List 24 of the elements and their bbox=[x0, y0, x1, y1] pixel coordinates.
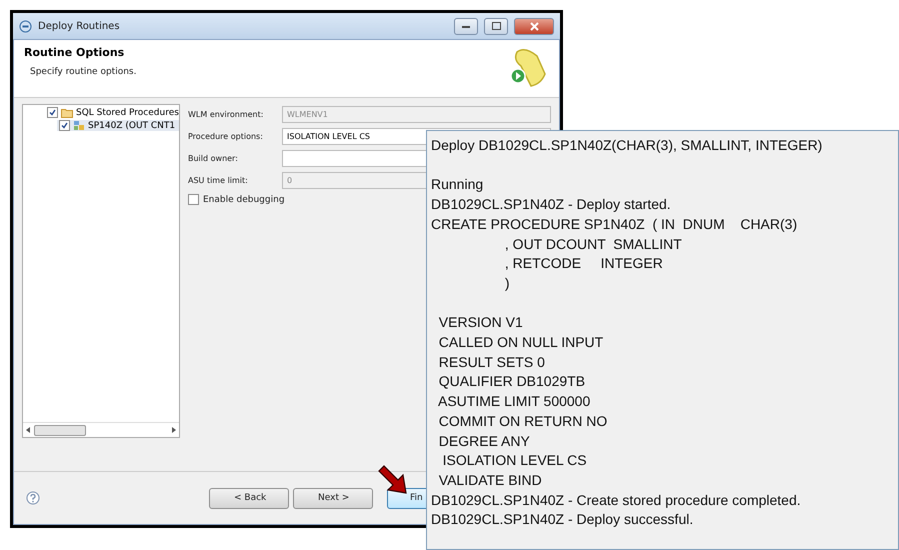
log-line: DEGREE ANY bbox=[438, 432, 531, 451]
field-label: WLM environment: bbox=[188, 110, 264, 119]
log-line: VALIDATE BIND bbox=[438, 470, 543, 490]
log-line: QUALIFIER DB1029TB bbox=[438, 372, 586, 392]
window-title: Deploy Routines bbox=[38, 20, 121, 32]
log-line: CREATE PROCEDURE SP1N40Z ( IN DNUM CHAR(3) bbox=[431, 214, 798, 234]
field-label: Build owner: bbox=[188, 154, 239, 163]
log-line: DB1029CL.SP1N40Z - Deploy successful. bbox=[431, 510, 694, 530]
page-subtitle: Specify routine options. bbox=[29, 67, 138, 77]
checkbox-label: Enable debugging bbox=[203, 194, 285, 204]
log-line: CALLED ON NULL INPUT bbox=[438, 333, 604, 352]
log-line: COMMIT ON RETURN NO bbox=[438, 412, 608, 431]
log-line: DB1029CL.SP1N40Z - Create stored procedure completed. bbox=[431, 490, 802, 510]
log-line: , RETCODE INTEGER bbox=[504, 254, 664, 274]
page-title: Routine Options bbox=[24, 46, 126, 59]
log-line: ) bbox=[504, 274, 511, 293]
log-line: ASUTIME LIMIT 500000 bbox=[437, 392, 592, 412]
log-line: ISOLATION LEVEL CS bbox=[442, 451, 588, 470]
log-line: RESULT SETS 0 bbox=[438, 352, 546, 372]
field-label: Procedure options: bbox=[188, 132, 264, 141]
log-line: , OUT DCOUNT SMALLINT bbox=[504, 234, 683, 254]
field-label: ASU time limit: bbox=[188, 176, 249, 185]
log-line: VERSION V1 bbox=[438, 313, 524, 332]
log-line: DB1029CL.SP1N40Z - Deploy started. bbox=[431, 195, 672, 214]
